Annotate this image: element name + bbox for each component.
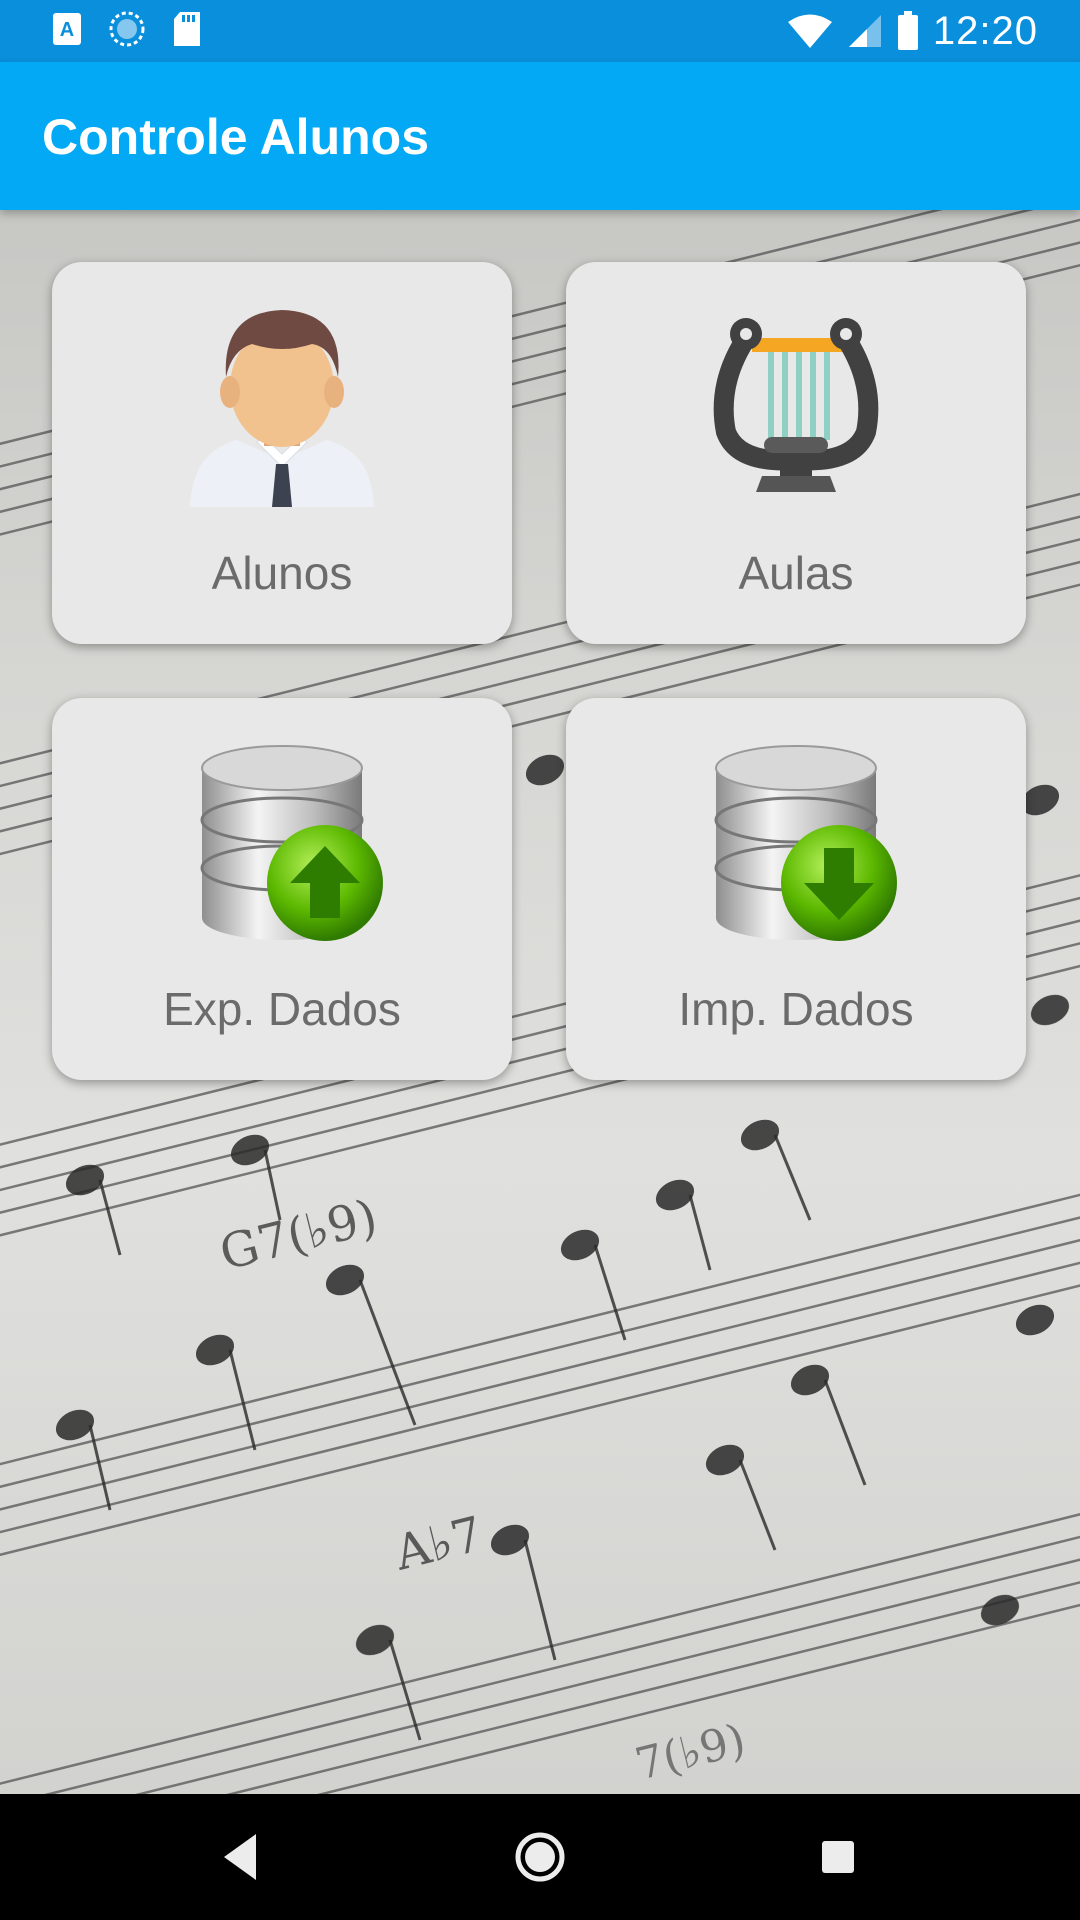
recents-icon[interactable] <box>768 1794 908 1920</box>
status-system-icons: 12:20 <box>787 0 1038 62</box>
sd-card-icon <box>174 12 200 46</box>
sync-icon <box>109 11 145 47</box>
font-a-icon: A <box>53 13 81 45</box>
svg-text:A: A <box>60 19 74 41</box>
main-content: G7(♭9) A♭7 7(♭9) Alunos Aulas Exp. Dados… <box>0 210 1080 1794</box>
export-data-button[interactable]: Exp. Dados <box>52 698 512 1080</box>
chord-label-7b9: 7(♭9) <box>630 1714 750 1790</box>
app-title: Controle Alunos <box>42 109 430 165</box>
export-data-label: Exp. Dados <box>163 983 401 1035</box>
aulas-button[interactable]: Aulas <box>566 262 1026 644</box>
battery-icon <box>897 11 918 50</box>
alunos-label: Alunos <box>211 547 353 599</box>
lyre-icon <box>713 318 879 492</box>
back-icon[interactable] <box>172 1794 312 1920</box>
status-time: 12:20 <box>932 8 1038 53</box>
import-data-label: Imp. Dados <box>678 983 914 1035</box>
student-icon <box>190 310 374 507</box>
navigation-bar <box>0 1794 1080 1920</box>
app-bar: Controle Alunos <box>0 62 1080 210</box>
database-download-icon <box>714 745 897 941</box>
home-icon[interactable] <box>470 1794 610 1920</box>
status-notification-icons: A <box>52 10 202 48</box>
signal-icon <box>848 15 881 47</box>
wifi-icon <box>787 14 832 48</box>
status-bar: A 12:20 <box>0 0 1080 62</box>
chord-label-ab7: A♭7 <box>388 1506 488 1582</box>
aulas-label: Aulas <box>738 547 854 599</box>
import-data-button[interactable]: Imp. Dados <box>566 698 1026 1080</box>
database-upload-icon <box>200 745 383 941</box>
alunos-button[interactable]: Alunos <box>52 262 512 644</box>
